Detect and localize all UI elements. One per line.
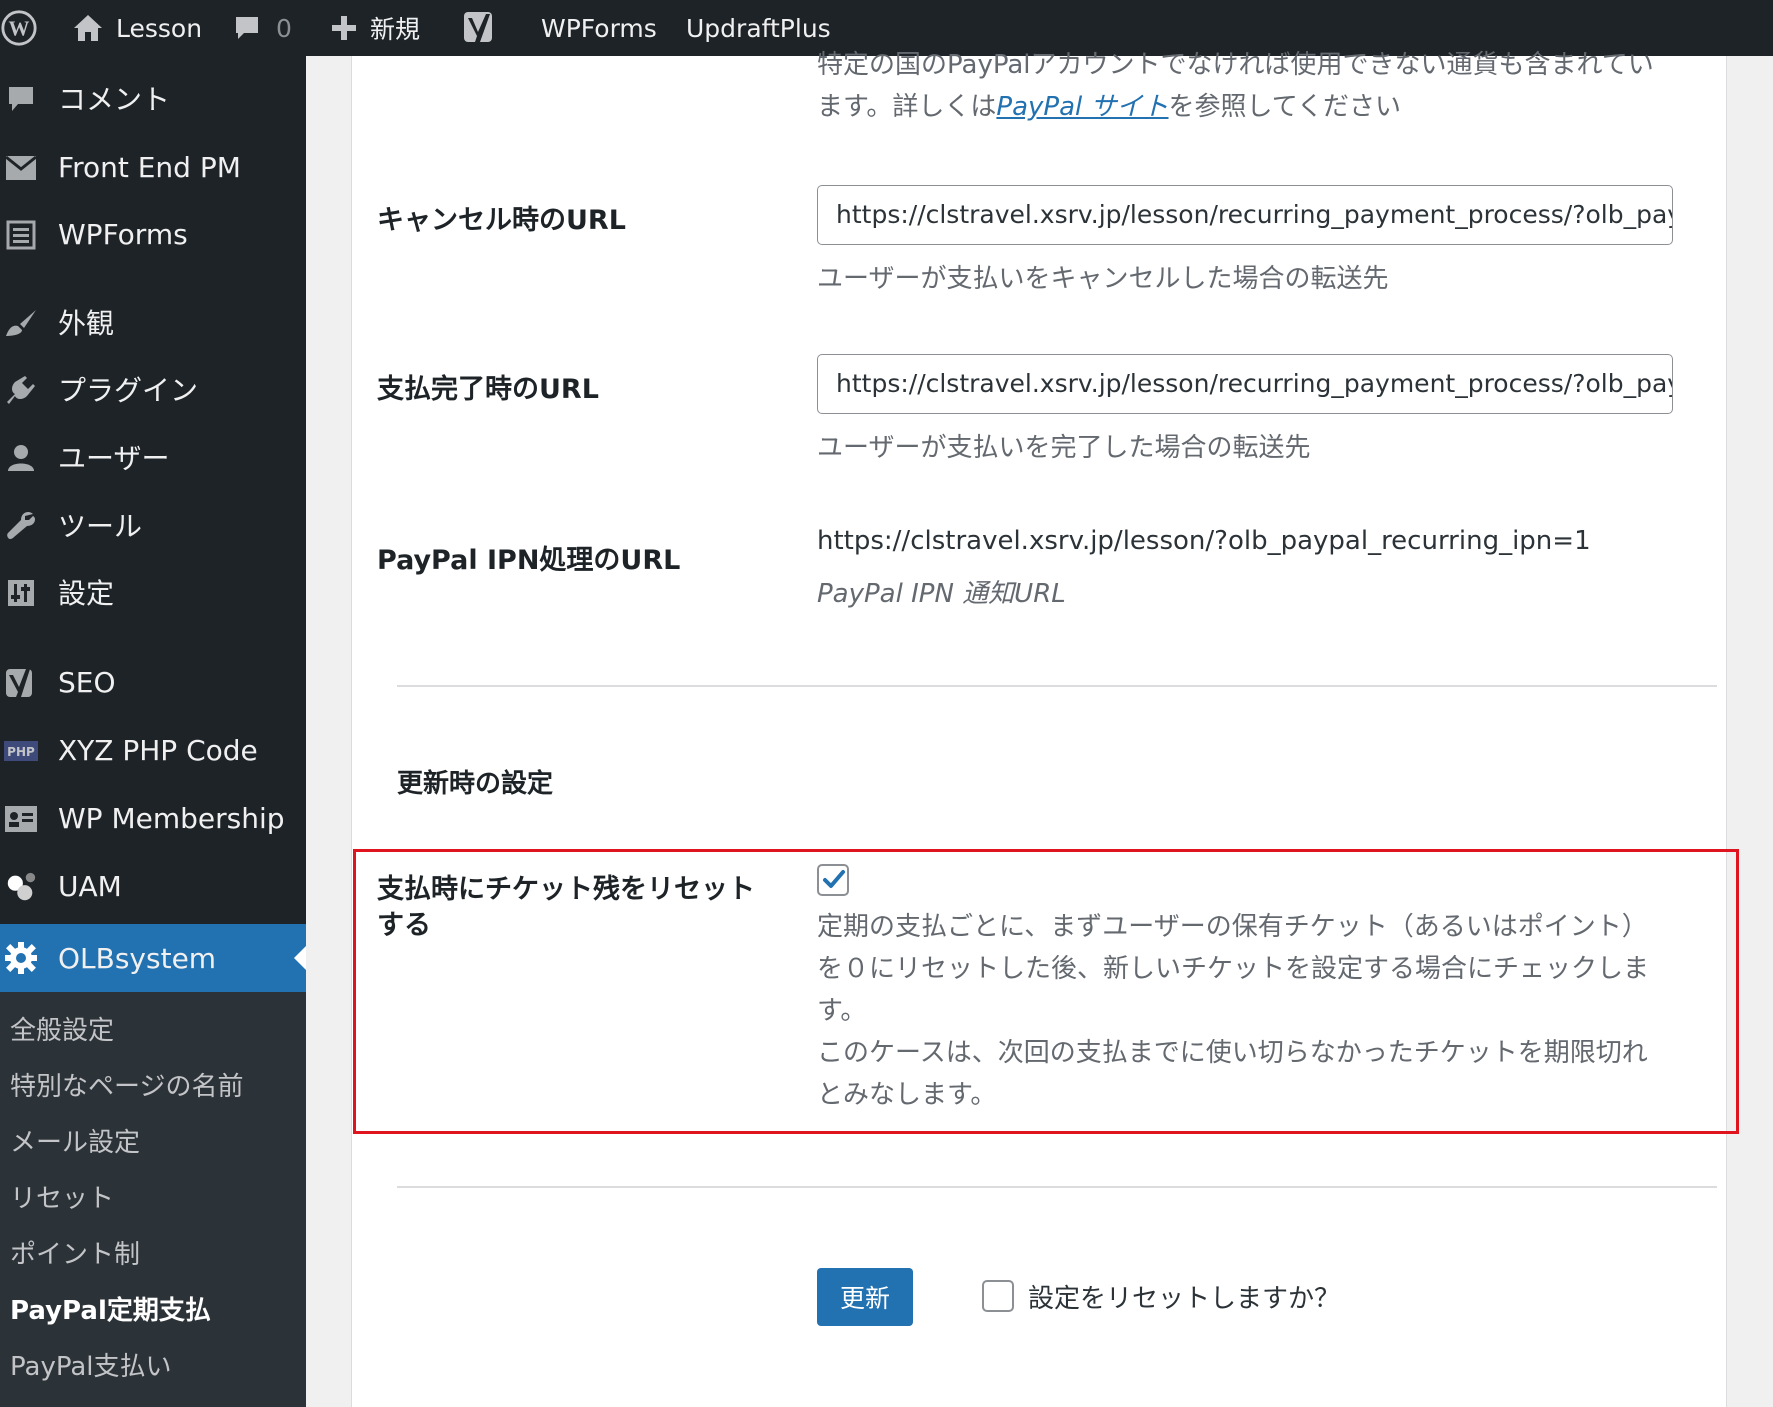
cancel-url-description: ユーザーが支払いをキャンセルした場合の転送先 — [817, 264, 1389, 294]
section-title: 更新時の設定 — [397, 769, 554, 799]
adminbar-wpforms[interactable]: WPForms — [541, 0, 657, 56]
currency-description-post: を参照してください — [1168, 92, 1401, 122]
reset-ticket-description-1: 定期の支払ごとに、まずユーザーの保有チケット（あるいはポイント） — [817, 912, 1648, 942]
sidebar-item-comments[interactable]: コメント — [0, 67, 306, 129]
submenu-points[interactable]: ポイント制 — [10, 1234, 140, 1271]
reset-ticket-label-line2: する — [377, 910, 431, 941]
user-icon — [4, 441, 38, 475]
plugin-icon — [4, 373, 38, 407]
sidebar-item-plugins[interactable]: プラグイン — [0, 358, 306, 420]
sidebar-item-label: プラグイン — [58, 374, 199, 407]
complete-url-input[interactable]: https://clstravel.xsrv.jp/lesson/recurri… — [817, 354, 1673, 414]
sidebar-item-front-end-pm[interactable]: Front End PM — [0, 136, 306, 198]
sidebar-item-seo[interactable]: SEO — [0, 651, 306, 713]
reset-ticket-description-2: を０にリセットした後、新しいチケットを設定する場合にチェックしま — [817, 954, 1650, 984]
sidebar-item-label: ユーザー — [58, 442, 170, 475]
gear-icon — [4, 941, 38, 975]
cancel-url-label: キャンセル時のURL — [377, 205, 626, 236]
complete-url-description: ユーザーが支払いを完了した場合の転送先 — [817, 433, 1311, 463]
mail-icon — [4, 151, 38, 185]
svg-text:W: W — [9, 17, 30, 41]
sidebar-item-label: コメント — [58, 83, 171, 116]
section-divider — [397, 685, 1717, 687]
sidebar-item-label: UAM — [58, 869, 122, 903]
reset-ticket-description-5: とみなします。 — [817, 1080, 997, 1110]
adminbar-updraftplus[interactable]: UpdraftPlus — [686, 0, 831, 56]
complete-url-label: 支払完了時のURL — [377, 374, 599, 405]
checkmark-icon — [823, 870, 845, 888]
sidebar-item-appearance[interactable]: 外観 — [0, 291, 306, 353]
adminbar-comments[interactable]: 0 — [232, 0, 292, 56]
submenu-special-page-names[interactable]: 特別なページの名前 — [10, 1066, 243, 1103]
submenu-general-settings[interactable]: 全般設定 — [10, 1010, 114, 1047]
wordpress-logo-icon[interactable]: W — [0, 0, 46, 56]
paypal-site-link[interactable]: PayPal サイト — [996, 92, 1168, 122]
sidebar-item-users[interactable]: ユーザー — [0, 426, 306, 488]
svg-text:PHP: PHP — [7, 745, 35, 759]
sidebar-item-label: WPForms — [58, 217, 188, 251]
settings-panel: 特定の国のPayPalアカウントでなければ使用できない通貨も含まれてい ます。詳… — [351, 50, 1739, 1407]
currency-description-line1: 特定の国のPayPalアカウントでなければ使用できない通貨も含まれてい — [817, 50, 1654, 80]
new-label: 新規 — [370, 15, 421, 44]
reset-settings-checkbox[interactable] — [982, 1280, 1014, 1312]
sidebar-item-label: Front End PM — [58, 150, 241, 184]
sidebar-item-wp-membership[interactable]: WP Membership — [0, 787, 306, 849]
sidebar-item-label: 設定 — [58, 577, 115, 610]
submit-button[interactable]: 更新 — [817, 1268, 913, 1326]
submenu-paypal-payment[interactable]: PayPal支払い — [10, 1346, 172, 1383]
sidebar-item-label: SEO — [58, 665, 116, 699]
sidebar-item-settings[interactable]: 設定 — [0, 561, 306, 623]
wrench-icon — [4, 509, 38, 543]
currency-description-pre: ます。詳しくは — [817, 92, 997, 122]
reset-ticket-description-3: す。 — [817, 996, 867, 1026]
olbsystem-submenu: 全般設定 特別なページの名前 メール設定 リセット ポイント制 PayPal定期… — [0, 992, 306, 1407]
reset-ticket-checkbox[interactable] — [817, 864, 849, 896]
home-icon — [72, 13, 104, 43]
currency-description-line2: ます。詳しくはPayPal サイトを参照してください — [817, 86, 1401, 123]
settings-sliders-icon — [4, 576, 38, 610]
ipn-url-description: PayPal IPN 通知URL — [817, 579, 1066, 609]
submenu-reset[interactable]: リセット — [10, 1178, 114, 1215]
sidebar-item-label: WP Membership — [58, 801, 285, 835]
reset-ticket-description-4: このケースは、次回の支払までに使い切らなかったチケットを期限切れ — [817, 1038, 1648, 1068]
forms-icon — [4, 218, 38, 252]
php-icon: PHP — [4, 734, 38, 768]
ipn-url-label: PayPal IPN処理のURL — [377, 545, 681, 576]
comments-count: 0 — [276, 13, 292, 43]
comment-icon — [4, 82, 38, 116]
sidebar-item-xyz-php-code[interactable]: PHP XYZ PHP Code — [0, 719, 306, 781]
sidebar-item-wpforms[interactable]: WPForms — [0, 203, 306, 265]
sidebar-item-label: XYZ PHP Code — [58, 733, 258, 767]
yoast-icon — [4, 666, 38, 700]
uam-icon — [4, 870, 38, 904]
sidebar-item-label: ツール — [58, 510, 143, 543]
sidebar-item-olbsystem[interactable]: OLBsystem — [0, 924, 306, 992]
sidebar-item-label: OLBsystem — [58, 941, 217, 975]
adminbar-new[interactable]: 新規 — [330, 0, 420, 56]
reset-ticket-label-line1: 支払時にチケット残をリセット — [377, 874, 755, 905]
submenu-paypal-recurring[interactable]: PayPal定期支払 — [10, 1290, 211, 1327]
section-divider-bottom — [397, 1186, 1717, 1188]
comment-bubble-icon — [232, 13, 262, 43]
reset-settings-label: 設定をリセットしますか？ — [1028, 1284, 1341, 1314]
sidebar-item-tools[interactable]: ツール — [0, 494, 306, 556]
sidebar-item-label: 外観 — [58, 307, 115, 340]
adminbar-site-link[interactable]: Lesson — [72, 0, 202, 56]
id-card-icon — [4, 802, 38, 836]
admin-sidebar: コメント Front End PM WPForms 外観 プラグイン ユーザー … — [0, 56, 306, 1407]
paintbrush-icon — [4, 306, 38, 340]
sidebar-item-uam[interactable]: UAM — [0, 855, 306, 917]
ipn-url-value: https://clstravel.xsrv.jp/lesson/?olb_pa… — [817, 526, 1591, 556]
yoast-adminbar-icon[interactable] — [462, 0, 498, 56]
cancel-url-input[interactable]: https://clstravel.xsrv.jp/lesson/recurri… — [817, 185, 1673, 245]
site-name: Lesson — [116, 13, 203, 43]
plus-icon — [330, 14, 358, 42]
submenu-mail-settings[interactable]: メール設定 — [10, 1122, 140, 1159]
